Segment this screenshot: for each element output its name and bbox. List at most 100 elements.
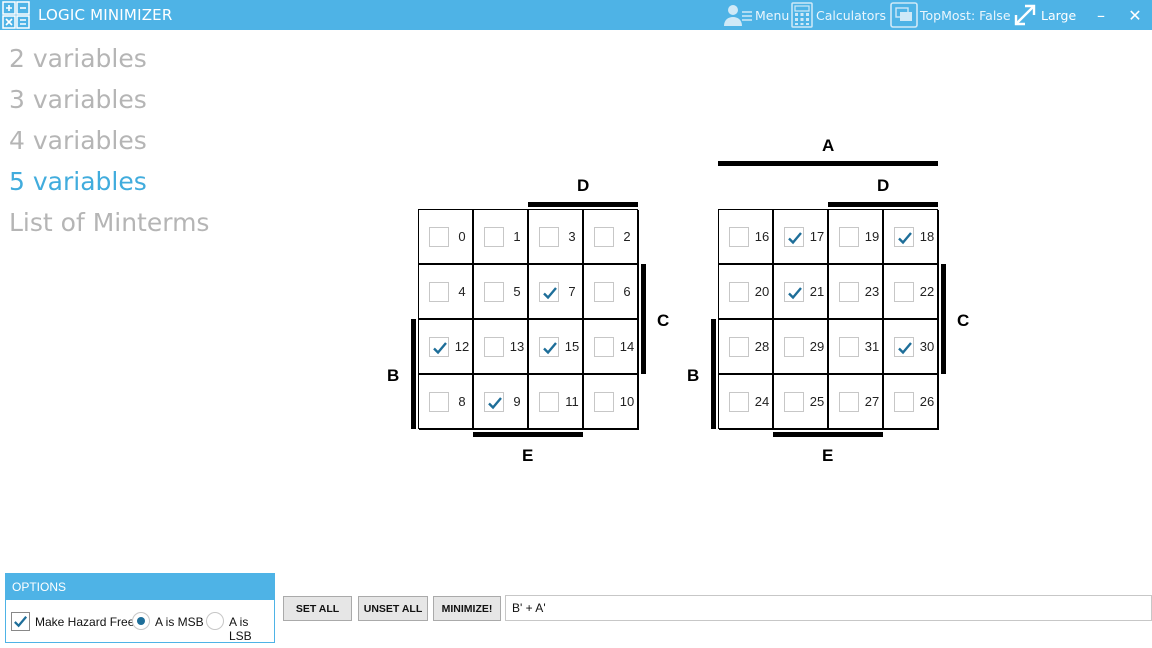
minterm-checkbox[interactable] — [729, 282, 749, 302]
kmap-cell: 3 — [529, 210, 584, 265]
minterm-number: 3 — [568, 229, 576, 244]
minterm-checkbox[interactable] — [894, 282, 914, 302]
minterm-checkbox[interactable] — [429, 392, 449, 412]
checkmark-icon — [488, 397, 502, 410]
minterm-number: 11 — [565, 394, 579, 409]
nav-item-5-variables[interactable]: 5 variables — [9, 161, 209, 202]
minterm-checkbox[interactable] — [839, 282, 859, 302]
minterm-checkbox[interactable] — [429, 282, 449, 302]
minterm-checkbox[interactable] — [894, 337, 914, 357]
minterm-checkbox[interactable] — [594, 392, 614, 412]
minimize-window-button[interactable]: – — [1089, 3, 1113, 27]
kmap-cell: 2 — [584, 210, 639, 265]
minterm-checkbox[interactable] — [484, 337, 504, 357]
minterm-checkbox[interactable] — [539, 392, 559, 412]
user-menu-icon — [724, 5, 752, 26]
resize-arrow-icon — [1014, 4, 1036, 26]
minterm-checkbox[interactable] — [894, 392, 914, 412]
minterm-checkbox[interactable] — [784, 282, 804, 302]
minterm-checkbox[interactable] — [484, 282, 504, 302]
a-indicator-bar — [718, 161, 938, 166]
checkmark-icon — [14, 616, 28, 628]
minterm-checkbox[interactable] — [839, 392, 859, 412]
size-toggle[interactable]: Large — [1013, 2, 1076, 28]
kmap-cell: 24 — [719, 375, 774, 430]
minterm-checkbox[interactable] — [539, 227, 559, 247]
b-indicator-bar-right — [711, 319, 716, 429]
hazard-free-checkbox[interactable] — [11, 612, 30, 631]
e-label-right: E — [822, 446, 834, 465]
size-label: Large — [1041, 7, 1077, 23]
e-indicator-bar-right — [773, 432, 883, 437]
kmap-cell: 18 — [884, 210, 939, 265]
minterm-checkbox[interactable] — [594, 227, 614, 247]
minterm-number: 10 — [619, 394, 635, 409]
b-label-left: B — [387, 366, 400, 385]
minterm-checkbox[interactable] — [894, 227, 914, 247]
kmap-cell: 25 — [774, 375, 829, 430]
minterm-checkbox[interactable] — [784, 337, 804, 357]
kmap-cell: 23 — [829, 265, 884, 320]
c-indicator-bar-right — [941, 264, 946, 374]
minterm-checkbox[interactable] — [594, 282, 614, 302]
checkmark-icon — [433, 342, 447, 355]
minterm-checkbox[interactable] — [539, 337, 559, 357]
nav-item-list-of-minterms[interactable]: List of Minterms — [9, 202, 209, 243]
minterm-checkbox[interactable] — [839, 337, 859, 357]
calculator-app-icon — [2, 1, 30, 29]
minterm-number: 24 — [754, 394, 770, 409]
nav-item-2-variables[interactable]: 2 variables — [9, 38, 209, 79]
minterm-number: 18 — [919, 229, 935, 244]
checkmark-icon — [543, 287, 557, 300]
minterm-checkbox[interactable] — [784, 227, 804, 247]
minimize-button[interactable]: MINIMIZE! — [433, 596, 501, 621]
minterm-checkbox[interactable] — [484, 392, 504, 412]
d-indicator-bar-right — [828, 202, 938, 207]
options-header: OPTIONS — [6, 574, 274, 600]
calculators-button[interactable]: Calculators — [790, 2, 886, 28]
kmap-cell: 31 — [829, 320, 884, 375]
menu-button[interactable]: Menu — [723, 2, 789, 28]
topmost-toggle[interactable]: TopMost: False — [890, 2, 1011, 28]
result-expression-field[interactable]: B' + A' — [505, 595, 1152, 621]
kmap-cell: 29 — [774, 320, 829, 375]
close-window-button[interactable]: ✕ — [1123, 3, 1147, 27]
hazard-free-label: Make Hazard Free — [35, 615, 135, 629]
minterm-checkbox[interactable] — [784, 392, 804, 412]
checkmark-icon — [898, 342, 912, 355]
lsb-radio[interactable] — [206, 612, 224, 630]
minterm-number: 26 — [919, 394, 935, 409]
kmap-cell: 11 — [529, 375, 584, 430]
c-label-right: C — [957, 311, 970, 330]
e-label-left: E — [522, 446, 534, 465]
unset-all-button[interactable]: UNSET ALL — [358, 596, 428, 621]
msb-label: A is MSB — [155, 615, 204, 629]
kmap-cell: 13 — [474, 320, 529, 375]
minterm-checkbox[interactable] — [594, 337, 614, 357]
nav-item-3-variables[interactable]: 3 variables — [9, 79, 209, 120]
msb-radio[interactable] — [132, 612, 150, 630]
b-indicator-bar-left — [411, 319, 416, 429]
minterm-checkbox[interactable] — [429, 337, 449, 357]
kmap-cell: 4 — [419, 265, 474, 320]
variables-nav: 2 variables 3 variables 4 variables 5 va… — [9, 38, 209, 243]
minterm-number: 21 — [809, 284, 825, 299]
minterm-checkbox[interactable] — [729, 337, 749, 357]
kmap-cell: 30 — [884, 320, 939, 375]
nav-item-4-variables[interactable]: 4 variables — [9, 120, 209, 161]
c-indicator-bar-left — [641, 264, 646, 374]
minterm-checkbox[interactable] — [729, 227, 749, 247]
set-all-button[interactable]: SET ALL — [283, 596, 352, 621]
minterm-checkbox[interactable] — [484, 227, 504, 247]
checkmark-icon — [543, 342, 557, 355]
lsb-label: A is LSB — [229, 615, 252, 643]
kmap-cell: 21 — [774, 265, 829, 320]
minterm-checkbox[interactable] — [729, 392, 749, 412]
e-indicator-bar-left — [473, 432, 583, 437]
minterm-number: 12 — [454, 339, 470, 354]
topmost-label: TopMost: False — [920, 7, 1011, 23]
minterm-number: 17 — [809, 229, 825, 244]
minterm-checkbox[interactable] — [429, 227, 449, 247]
minterm-checkbox[interactable] — [539, 282, 559, 302]
minterm-checkbox[interactable] — [839, 227, 859, 247]
